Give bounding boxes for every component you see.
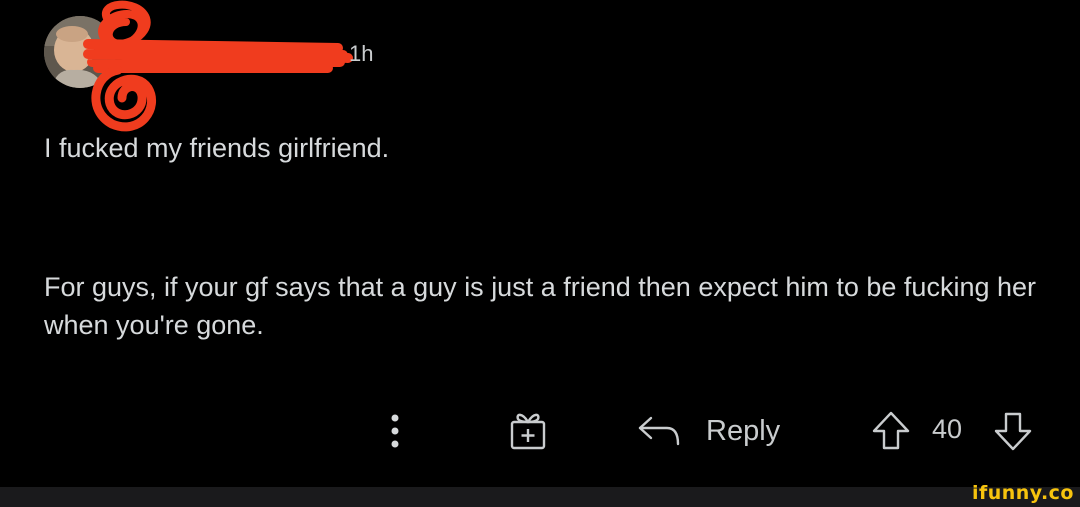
comment-body: For guys, if your gf says that a guy is … — [44, 272, 1036, 340]
reply-arrow-icon — [638, 416, 680, 446]
ifunny-watermark: ifunny.co — [971, 482, 1074, 504]
comment-card: 1h I fucked my friends girlfriend. For g… — [0, 0, 1080, 487]
more-options-button[interactable] — [380, 408, 410, 454]
avatar-photo — [44, 16, 116, 88]
comment-title: I fucked my friends girlfriend. — [44, 133, 390, 163]
avatar[interactable] — [44, 16, 116, 88]
watermark-bar: ifunny.co — [0, 482, 1080, 507]
reply-button[interactable]: Reply — [637, 408, 780, 454]
vote-count: 40 — [932, 414, 963, 444]
username-redaction-scribble — [83, 0, 353, 132]
comment-timestamp: 1h — [349, 41, 374, 66]
upvote-arrow-icon — [872, 411, 910, 450]
downvote-button[interactable] — [991, 408, 1035, 454]
give-award-button[interactable] — [505, 408, 551, 454]
comment-action-bar: Reply 40 — [0, 400, 1080, 460]
upvote-button[interactable] — [869, 408, 913, 454]
downvote-arrow-icon — [994, 412, 1032, 451]
award-gift-icon — [510, 413, 546, 450]
more-vertical-icon — [391, 414, 399, 448]
reply-label: Reply — [706, 414, 781, 447]
